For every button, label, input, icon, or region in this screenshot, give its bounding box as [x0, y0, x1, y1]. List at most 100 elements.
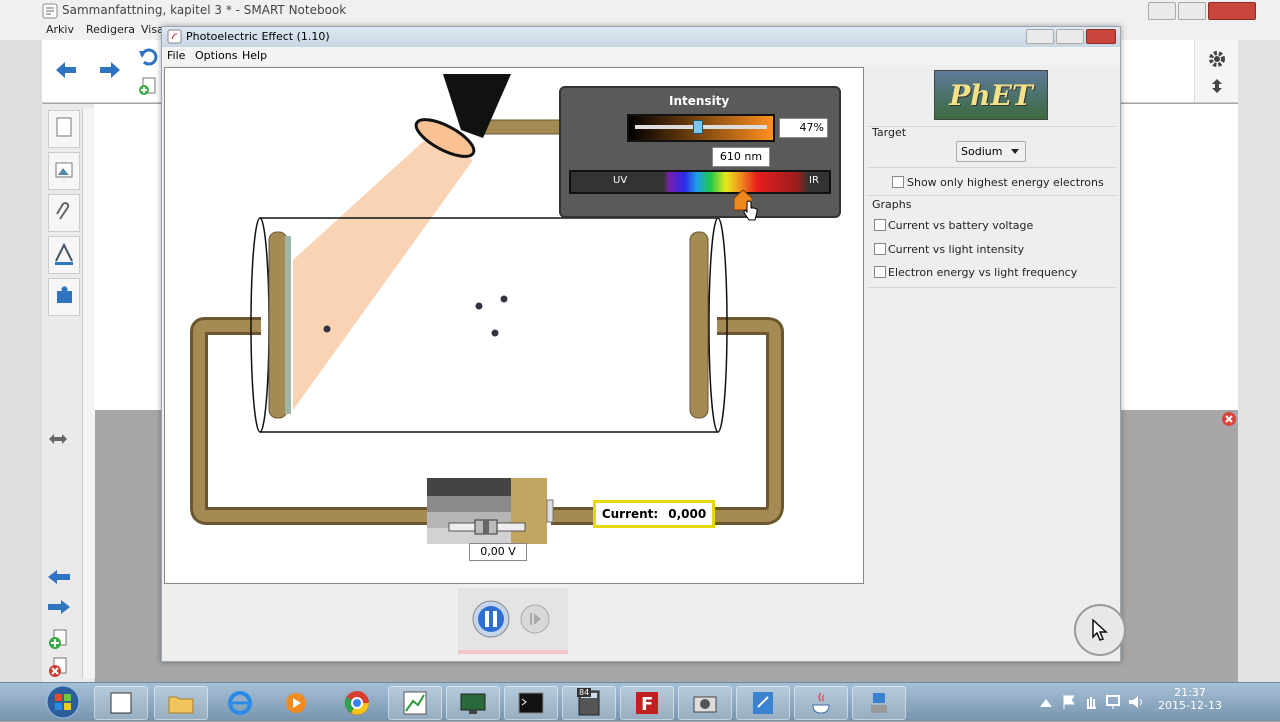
add-page-icon[interactable]	[138, 76, 158, 96]
right-margin	[1238, 40, 1280, 682]
electron	[500, 295, 508, 303]
monitor-icon	[460, 693, 486, 714]
outer-maximize-button[interactable]	[1178, 2, 1206, 20]
taskbar-graph-app[interactable]	[388, 686, 442, 720]
taskbar-calculator[interactable]: 84	[562, 686, 616, 720]
graph-label-voltage: Current vs battery voltage	[888, 219, 1034, 232]
hand-cursor-icon	[743, 200, 758, 221]
previous-page-icon[interactable]	[46, 568, 72, 586]
voltage-readout: 0,00 V	[469, 543, 527, 561]
taskbar-cmd[interactable]	[504, 686, 558, 720]
phet-minimize-button[interactable]	[1026, 29, 1054, 44]
tray-expand-icon[interactable]	[1040, 697, 1052, 707]
internet-explorer-icon	[228, 691, 252, 715]
windows-taskbar: 84 F	[0, 682, 1280, 721]
taskbar-camera[interactable]	[678, 686, 732, 720]
resize-arrows-icon[interactable]	[48, 432, 68, 446]
ir-label: IR	[809, 175, 819, 186]
delete-page-icon[interactable]	[48, 656, 70, 678]
filezilla-icon: F	[636, 692, 658, 715]
gallery-tab[interactable]	[48, 152, 80, 190]
step-button[interactable]	[520, 604, 550, 634]
electron	[475, 302, 483, 310]
graph-checkbox-intensity[interactable]	[874, 243, 886, 255]
light-beam	[293, 138, 473, 410]
menu-file[interactable]: File	[167, 49, 185, 62]
taskbar-ie[interactable]	[213, 686, 267, 720]
undo-icon[interactable]	[138, 48, 158, 66]
next-page-icon[interactable]	[46, 598, 72, 616]
outer-minimize-button[interactable]	[1148, 2, 1176, 20]
notes-icon	[753, 692, 773, 714]
electron	[323, 325, 331, 333]
wavelength-readout: 610 nm	[712, 147, 770, 167]
menu-options[interactable]: Options	[195, 49, 237, 62]
attachments-tab[interactable]	[48, 194, 80, 232]
target-select-value: Sodium	[961, 145, 1003, 158]
taskbar-smart-notebook[interactable]	[94, 686, 148, 720]
outer-close-button[interactable]	[1208, 2, 1256, 20]
intensity-percent: 47%	[779, 118, 828, 138]
uv-label: UV	[613, 175, 628, 186]
chevron-down-icon	[1011, 149, 1019, 154]
taskbar-java[interactable]	[794, 686, 848, 720]
tray-hand-icon[interactable]	[1084, 694, 1098, 710]
graph-checkbox-frequency[interactable]	[874, 266, 886, 278]
intensity-panel: Intensity 47% 610 nm UV IR	[559, 86, 841, 218]
phet-maximize-button[interactable]	[1056, 29, 1084, 44]
flag-icon[interactable]	[1062, 694, 1076, 710]
close-canvas-icon[interactable]	[1222, 412, 1236, 426]
clock-date: 2015-12-13	[1158, 699, 1222, 712]
intensity-slider[interactable]	[627, 114, 775, 142]
graph-checkbox-voltage[interactable]	[874, 219, 886, 231]
properties-tab[interactable]	[48, 236, 80, 274]
graph-label-intensity: Current vs light intensity	[888, 243, 1025, 256]
graph-label-frequency: Electron energy vs light frequency	[888, 266, 1078, 279]
outer-title-bar: Sammanfattning, kapitel 3 * - SMART Note…	[0, 0, 1280, 23]
taskbar-media[interactable]	[269, 686, 323, 720]
system-clock[interactable]: 21:37 2015-12-13	[1150, 686, 1230, 712]
taskbar-network-app[interactable]	[852, 686, 906, 720]
network-icon[interactable]	[1106, 694, 1120, 710]
smart-board-icon	[110, 692, 132, 714]
calculator-badge: 84	[577, 688, 592, 697]
right-toolbar	[1194, 40, 1239, 102]
target-select[interactable]: Sodium	[956, 141, 1026, 162]
taskbar-monitor-app[interactable]	[446, 686, 500, 720]
addons-tab[interactable]	[48, 278, 80, 316]
target-electrode	[268, 231, 288, 419]
taskbar-filezilla[interactable]: F	[620, 686, 674, 720]
pause-button[interactable]	[472, 600, 510, 638]
toolbar-move-icon[interactable]	[1210, 78, 1224, 94]
menu-arkiv[interactable]: Arkiv	[46, 23, 74, 36]
camera-icon	[693, 696, 717, 713]
add-page-side-icon[interactable]	[48, 628, 70, 650]
menu-redigera[interactable]: Redigera	[86, 23, 135, 36]
target-label: Target	[872, 126, 907, 139]
gear-icon[interactable]	[1208, 50, 1226, 68]
taskbar-chrome[interactable]	[330, 686, 384, 720]
page-sorter-tab[interactable]	[48, 110, 80, 148]
highest-energy-checkbox[interactable]	[892, 176, 904, 188]
phet-window-title: Photoelectric Effect (1.10)	[186, 30, 330, 43]
phet-logo: PhET	[934, 70, 1048, 120]
left-rail	[0, 40, 43, 682]
menu-help[interactable]: Help	[242, 49, 267, 62]
control-panel: PhET Target Sodium Show only highest ene…	[866, 67, 1118, 317]
folder-icon	[168, 696, 194, 714]
taskbar-notes[interactable]	[736, 686, 790, 720]
java-icon	[812, 692, 830, 714]
taskbar-explorer[interactable]	[154, 686, 208, 720]
back-arrow-icon[interactable]	[54, 60, 78, 80]
forward-arrow-icon[interactable]	[98, 60, 122, 80]
page-sorter-icon	[56, 117, 72, 137]
floating-select-tool[interactable]	[1074, 604, 1126, 656]
chrome-icon	[344, 691, 369, 715]
target-plate	[285, 236, 291, 414]
intensity-knob[interactable]	[693, 120, 704, 134]
wavelength-slider[interactable]: UV IR	[569, 170, 831, 194]
electron	[491, 329, 499, 337]
volume-icon[interactable]	[1128, 694, 1144, 710]
start-button-icon[interactable]	[40, 685, 86, 719]
phet-close-button[interactable]	[1086, 29, 1116, 44]
